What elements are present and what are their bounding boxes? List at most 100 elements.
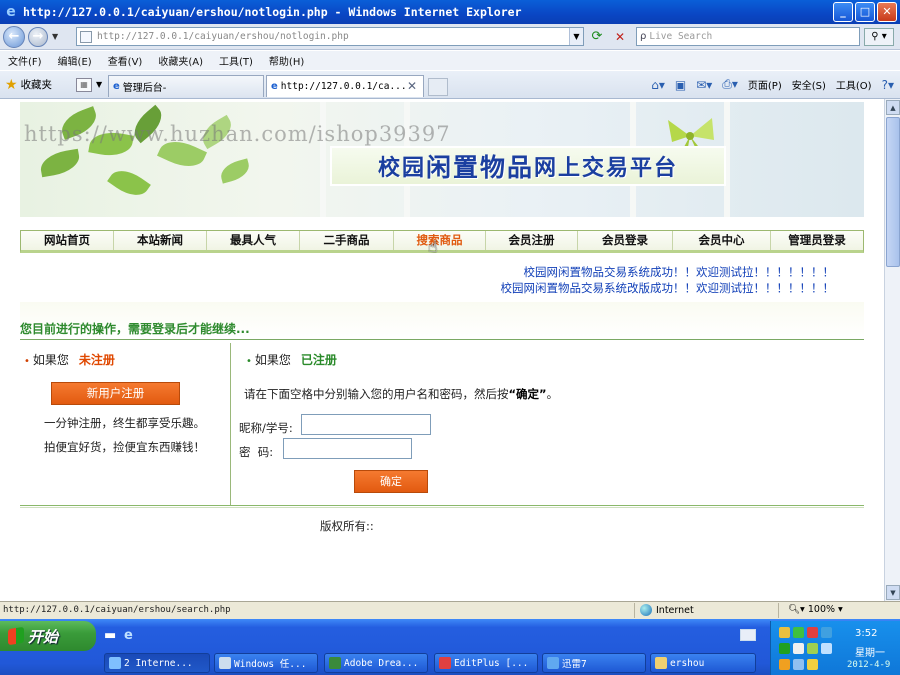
nav-login[interactable]: 会员登录 [578,231,673,250]
tray-icon[interactable] [779,627,790,638]
nav-secondhand[interactable]: 二手商品 [300,231,394,250]
status-divider [778,603,779,618]
heading-prefix: 如果您 [32,353,69,367]
menu-edit[interactable]: 编辑(E) [58,53,92,68]
taskbar-item-thunder[interactable]: 迅雷7 [542,653,646,673]
show-desktop-icon[interactable]: ▬ [104,628,116,643]
tray-icon[interactable] [807,659,818,670]
registered-heading: • 如果您 已注册 [246,351,337,368]
menu-file[interactable]: 文件(F) [8,53,42,68]
tray-icon[interactable] [793,659,804,670]
login-instruction: 请在下面空格中分别输入您的用户名和密码，然后按“确定”。 [244,386,558,402]
login-submit-button[interactable]: 确定 [354,470,428,493]
maximize-button[interactable]: □ [855,2,875,22]
ie-tab-icon: e [113,81,120,92]
nav-member-center[interactable]: 会员中心 [673,231,771,250]
tray-icon[interactable] [821,643,832,654]
taskbar-item-ie[interactable]: 2 Interne... [104,653,210,673]
taskbar-item-dreamweaver[interactable]: Adobe Drea... [324,653,428,673]
address-text[interactable]: http://127.0.0.1/caiyuan/ershou/notlogin… [97,31,349,42]
taskbar-item-editplus[interactable]: EditPlus [... [434,653,538,673]
nav-register[interactable]: 会员注册 [486,231,578,250]
nav-search[interactable]: 搜索商品 [394,231,486,250]
scroll-up-icon[interactable]: ▲ [886,100,900,115]
editplus-icon [439,657,451,669]
tray-icon[interactable] [793,643,804,654]
page-menu[interactable]: 页面(P) [748,77,782,92]
search-button[interactable]: ⚲ ▾ [864,28,894,46]
quick-tabs-icon[interactable]: ▦ [76,78,92,92]
tray-icon[interactable] [793,627,804,638]
banner-title-main: 闲置物品 [425,153,534,182]
security-zone[interactable]: Internet [640,604,694,616]
registered-label: 已注册 [300,353,337,367]
help-icon[interactable]: ?▾ [882,78,894,92]
mail-icon[interactable]: ✉▾ [696,78,712,92]
nav-home[interactable]: 网站首页 [21,231,114,250]
menu-help[interactable]: 帮助(H) [269,53,304,68]
ie-icon [109,657,121,669]
tray-icon[interactable] [779,659,790,670]
globe-icon [640,604,652,616]
tab-close-icon[interactable]: ✕ [407,79,417,93]
home-icon[interactable]: ⌂▾ [651,78,665,92]
tab-current[interactable]: e http://127.0.0.1/ca... ✕ [266,75,424,97]
safety-menu[interactable]: 安全(S) [792,77,826,92]
tools-menu[interactable]: 工具(O) [836,77,872,92]
watermark-text: https://www.huzhan.com/ishop39397 [24,122,451,146]
feeds-icon[interactable]: ▣ [675,78,686,92]
taskbar-item-label: EditPlus [... [454,657,529,669]
minimize-button[interactable]: _ [833,2,853,22]
nav-popular[interactable]: 最具人气 [207,231,300,250]
hand-cursor-icon: ☝ [428,237,438,256]
zoom-level: 100% [807,604,836,615]
stop-button[interactable]: ✕ [611,28,629,46]
footer-divider [20,505,864,508]
nickname-input[interactable] [301,414,431,435]
tray-icon[interactable] [779,643,790,654]
clock-time[interactable]: 3:52 [855,628,877,639]
nav-admin-login[interactable]: 管理员登录 [771,231,863,250]
history-dropdown-icon[interactable]: ▼ [52,32,58,41]
tray-icon[interactable] [821,627,832,638]
taskbar-item-ershou[interactable]: ershou [650,653,756,673]
menu-tools[interactable]: 工具(T) [219,53,253,68]
menu-view[interactable]: 查看(V) [108,53,143,68]
banner-title-pre: 校园 [377,156,426,181]
announcement-line: 校园网闲置物品交易系统成功！！欢迎测试拉！！！！！！！ [523,265,835,279]
address-dropdown-icon[interactable]: ▼ [569,28,583,45]
back-button[interactable]: ← [3,25,25,48]
plant-leaf [218,158,252,184]
keyboard-icon[interactable] [740,629,756,641]
command-bar: ⌂▾ ▣ ✉▾ ⎙▾ 页面(P) 安全(S) 工具(O) ?▾ [651,77,894,92]
favorites-bar: ★ 收藏夹 ▦ ▼ e 管理后台- e http://127.0.0.1/ca.… [0,71,900,99]
nav-news[interactable]: 本站新闻 [114,231,207,250]
new-tab-button[interactable] [428,78,448,96]
refresh-button[interactable]: ⟳ [588,28,606,46]
taskbar-item-label: ershou [670,657,705,669]
scroll-down-icon[interactable]: ▼ [886,585,900,600]
forward-button[interactable]: → [28,26,48,47]
menu-favorites[interactable]: 收藏夹(A) [158,53,203,68]
ie-tab-icon: e [271,81,278,92]
tab-list-dropdown-icon[interactable]: ▼ [96,80,102,89]
new-user-register-button[interactable]: 新用户注册 [51,382,180,405]
status-url: http://127.0.0.1/caiyuan/ershou/search.p… [3,605,231,615]
taskbar: 开始 ▬ e 2 Interne... Windows 任... Adobe D… [0,619,900,675]
favorites-button[interactable]: ★ 收藏夹 [5,77,52,92]
taskbar-item-taskmgr[interactable]: Windows 任... [214,653,318,673]
address-bar[interactable]: http://127.0.0.1/caiyuan/ershou/notlogin… [76,27,584,46]
tray-icon[interactable] [807,627,818,638]
scroll-thumb[interactable] [886,117,900,267]
start-button[interactable]: 开始 [0,621,96,651]
close-window-button[interactable]: ✕ [877,2,897,22]
print-icon[interactable]: ⎙▾ [722,77,738,92]
tab-admin[interactable]: e 管理后台- [108,75,264,97]
ie-quicklaunch-icon[interactable]: e [124,628,133,643]
password-input[interactable] [283,438,412,459]
zoom-control[interactable]: 🔍︎▾ 100% ▾ [788,604,843,615]
main-nav: 网站首页 本站新闻 最具人气 二手商品 搜索商品 会员注册 会员登录 会员中心 … [20,230,864,253]
tray-icon[interactable] [807,643,818,654]
vertical-scrollbar[interactable]: ▲ ▼ [884,99,900,601]
search-input[interactable]: ρ Live Search [636,27,860,46]
